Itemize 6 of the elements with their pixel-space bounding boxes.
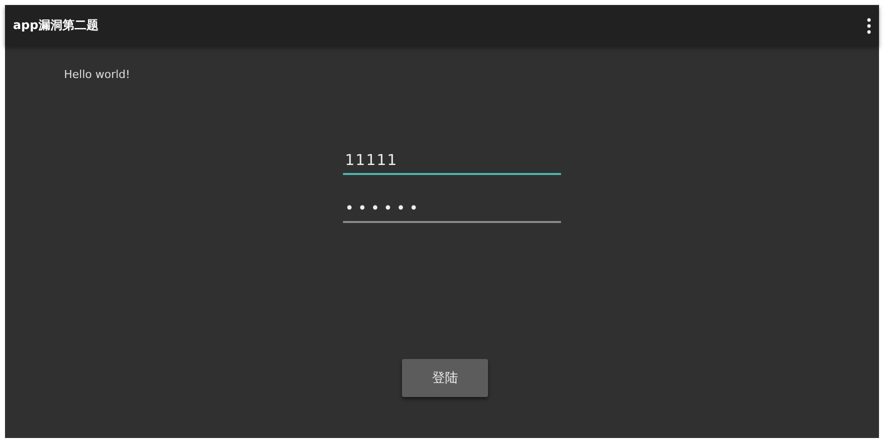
input-field[interactable]: 11111 <box>343 147 561 175</box>
greeting-text: Hello world! <box>64 68 130 81</box>
password-field[interactable]: •••••• <box>343 195 561 223</box>
login-button[interactable]: 登陆 <box>402 359 488 397</box>
app-title: app漏洞第二题 <box>13 17 98 34</box>
menu-icon[interactable] <box>867 18 871 34</box>
